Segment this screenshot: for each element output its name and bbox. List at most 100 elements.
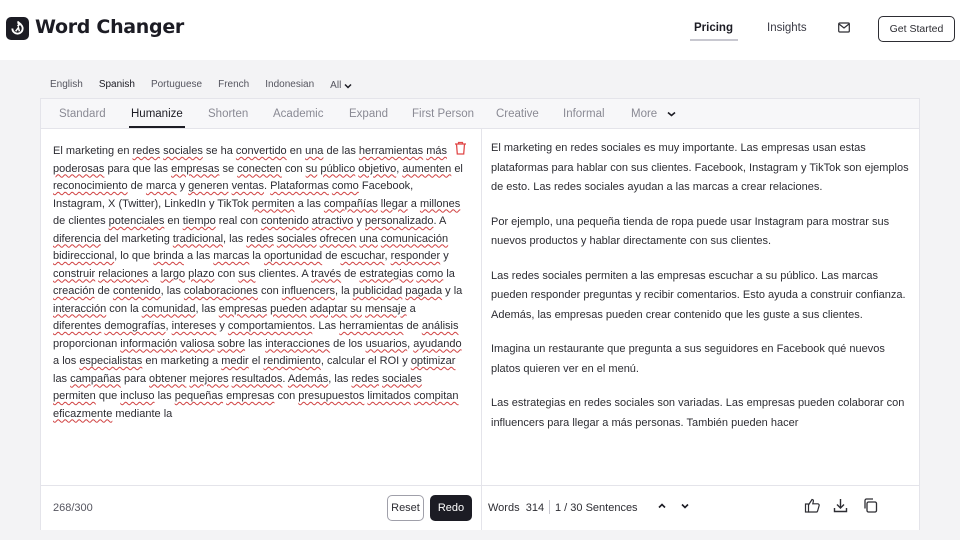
- flagged-word: aumenten: [402, 162, 452, 175]
- input-text[interactable]: El marketing en redes sociales se ha con…: [53, 143, 465, 485]
- flagged-word: especialistas: [79, 355, 143, 367]
- mode-expand[interactable]: Expand: [349, 108, 388, 120]
- copy-icon[interactable]: [862, 497, 879, 514]
- flagged-word: incluso: [120, 390, 155, 402]
- flagged-word: como: [416, 267, 444, 280]
- flagged-word: interacciones: [265, 337, 331, 350]
- mode-standard[interactable]: Standard: [59, 108, 106, 120]
- flagged-word: limitados: [367, 390, 411, 402]
- flagged-word: construir: [53, 267, 96, 280]
- flagged-word: análisis: [421, 320, 459, 332]
- lang-indonesian[interactable]: Indonesian: [265, 78, 314, 94]
- flagged-word: objetivo: [358, 162, 397, 175]
- output-text: El marketing en redes sociales es muy im…: [491, 139, 916, 485]
- flagged-word: interacción: [53, 302, 107, 315]
- flagged-word: plazo: [188, 267, 215, 280]
- lang-english[interactable]: English: [50, 78, 83, 94]
- output-paragraph: Las estrategias en redes sociales son va…: [491, 397, 905, 429]
- flagged-word: diferencia: [53, 232, 101, 245]
- flagged-word: ventas: [231, 180, 265, 192]
- chevron-down-icon[interactable]: [680, 501, 690, 511]
- flagged-word: empresas: [226, 390, 275, 402]
- mode-more-dropdown[interactable]: More: [631, 108, 676, 120]
- thumbs-up-icon[interactable]: [804, 497, 821, 514]
- mode-shorten[interactable]: Shorten: [208, 108, 248, 120]
- flagged-word: mensaje: [364, 302, 407, 315]
- lang-all-label: All: [330, 80, 342, 91]
- language-tabs: English Spanish Portuguese French Indone…: [50, 78, 368, 100]
- flagged-word: oportunidad: [264, 250, 323, 262]
- flagged-word: permiten: [53, 390, 96, 402]
- flagged-word: personalizado: [365, 215, 434, 227]
- mail-icon[interactable]: [838, 22, 850, 33]
- trash-icon[interactable]: [454, 141, 467, 155]
- chevron-down-icon: [344, 83, 352, 89]
- nav-insights[interactable]: Insights: [767, 22, 807, 34]
- flagged-word: su: [305, 162, 318, 175]
- chevron-up-icon[interactable]: [657, 501, 667, 511]
- flagged-word: diferentes: [53, 320, 102, 332]
- flagged-word: pequeñas: [174, 390, 224, 402]
- flagged-word: una: [305, 145, 324, 157]
- mode-tabs: Standard Humanize Shorten Academic Expan…: [41, 99, 919, 129]
- flagged-word: comportamientos: [227, 320, 313, 332]
- flagged-word: mejores: [189, 372, 229, 385]
- flagged-word: escuchar: [340, 250, 385, 262]
- lang-french[interactable]: French: [218, 78, 249, 94]
- separator: [549, 500, 550, 514]
- words-label: Words: [488, 502, 520, 514]
- mode-first-person[interactable]: First Person: [412, 108, 474, 120]
- flagged-word: herramientas: [339, 320, 404, 332]
- flagged-word: marcas: [213, 250, 250, 262]
- redo-button[interactable]: Redo: [430, 495, 472, 521]
- output-footer: Words 314 1 / 30 Sentences: [482, 485, 919, 530]
- flagged-word: más: [426, 145, 447, 157]
- flagged-word: pueden: [270, 302, 307, 315]
- mode-informal[interactable]: Informal: [563, 108, 605, 120]
- lang-all-dropdown[interactable]: All: [330, 78, 352, 94]
- flagged-word: contenido: [112, 285, 161, 297]
- input-footer: 268/300 Reset Redo: [41, 485, 481, 530]
- flagged-word: resultados: [231, 372, 283, 385]
- get-started-button[interactable]: Get Started: [878, 16, 955, 42]
- flagged-word: brinda: [153, 250, 184, 262]
- output-paragraph: Imagina un restaurante que pregunta a su…: [491, 343, 885, 375]
- output-paragraph: Las redes sociales permiten a las empres…: [491, 269, 906, 321]
- nav-active-underline: [690, 39, 738, 41]
- mode-creative[interactable]: Creative: [496, 108, 539, 120]
- logo-icon[interactable]: [6, 17, 29, 40]
- flagged-word: Además: [287, 372, 329, 385]
- download-icon[interactable]: [832, 497, 849, 514]
- nav-pricing[interactable]: Pricing: [694, 22, 733, 34]
- reset-button[interactable]: Reset: [387, 495, 424, 521]
- flagged-word: empresas: [171, 162, 220, 175]
- mode-academic[interactable]: Academic: [273, 108, 324, 120]
- flagged-word: redes: [246, 232, 274, 245]
- flagged-word: poderosas: [53, 162, 105, 175]
- lang-portuguese[interactable]: Portuguese: [151, 78, 202, 94]
- flagged-word: comunidad: [141, 302, 196, 315]
- flagged-word: potenciales: [108, 215, 165, 227]
- logo-text[interactable]: Word Changer: [35, 16, 184, 38]
- flagged-word: ofrecen: [319, 232, 357, 245]
- mode-humanize[interactable]: Humanize: [129, 108, 185, 128]
- flagged-word: intereses: [171, 320, 217, 332]
- flagged-word: campañas: [70, 372, 121, 385]
- flagged-word: llegar: [380, 197, 408, 210]
- flagged-word: compañías: [323, 197, 378, 210]
- output-paragraph: Por ejemplo, una pequeña tienda de ropa …: [491, 215, 890, 248]
- flagged-word: largo: [160, 267, 186, 280]
- flagged-word: tiempo: [182, 215, 216, 227]
- lang-spanish[interactable]: Spanish: [95, 78, 139, 100]
- flagged-word: medir: [221, 355, 249, 367]
- flagged-word: público: [320, 162, 356, 175]
- flagged-word: empresas: [218, 302, 268, 315]
- header: Word Changer Pricing Insights Get Starte…: [0, 0, 960, 60]
- flagged-word: comunicación: [380, 232, 449, 245]
- chevron-down-icon: [667, 111, 676, 117]
- mode-more-label: More: [631, 107, 658, 120]
- flagged-word: rendimiento: [263, 355, 321, 367]
- flagged-word: bidireccional: [53, 250, 115, 262]
- pane-divider: [481, 129, 482, 529]
- flagged-word: compitan: [413, 390, 459, 402]
